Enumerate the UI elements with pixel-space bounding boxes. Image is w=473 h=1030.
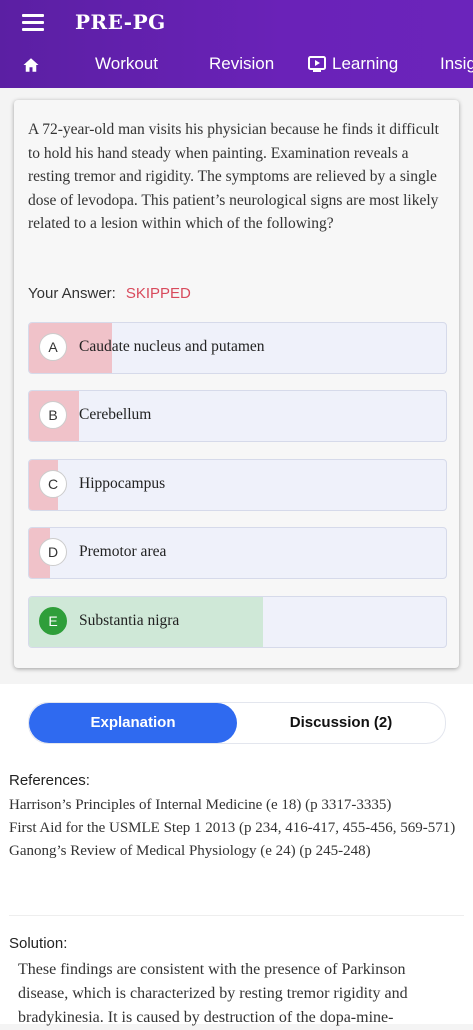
your-answer-value: SKIPPED — [125, 285, 191, 302]
video-icon — [308, 56, 326, 72]
divider — [9, 915, 464, 916]
your-answer: Your Answer: SKIPPED — [28, 285, 191, 302]
app-header: PRE-PG Workout Revision Learning Insig — [0, 0, 473, 88]
option-b-text: Cerebellum — [79, 406, 152, 423]
option-c[interactable]: C Hippocampus — [28, 459, 447, 511]
nav-tabs: Workout Revision Learning Insig — [0, 44, 473, 88]
explanation-panel: Explanation Discussion (2) References: H… — [0, 684, 473, 1026]
your-answer-label: Your Answer: — [28, 285, 116, 302]
option-b[interactable]: B Cerebellum — [28, 390, 447, 442]
solution-title: Solution: — [9, 935, 68, 952]
option-d-text: Premotor area — [79, 543, 167, 560]
explanation-toggle: Explanation Discussion (2) — [28, 702, 446, 744]
option-e-text: Substantia nigra — [79, 612, 180, 629]
option-a-text: Caudate nucleus and putamen — [79, 338, 265, 355]
question-card: A 72-year-old man visits his physician b… — [14, 100, 459, 668]
option-a-letter: A — [39, 333, 67, 361]
references-title: References: — [9, 772, 90, 789]
tab-insights[interactable]: Insig — [440, 54, 473, 74]
option-e[interactable]: E Substantia nigra — [28, 596, 447, 648]
tab-learning[interactable]: Learning — [308, 54, 398, 74]
option-d-letter: D — [39, 538, 67, 566]
home-icon[interactable] — [22, 56, 40, 74]
option-d[interactable]: D Premotor area — [28, 527, 447, 579]
discussion-tab[interactable]: Discussion (2) — [237, 703, 445, 743]
option-c-text: Hippocampus — [79, 475, 166, 492]
reference-item: Ganong’s Review of Medical Physiology (e… — [9, 843, 371, 859]
reference-item: First Aid for the USMLE Step 1 2013 (p 2… — [9, 820, 456, 836]
app-title: PRE-PG — [75, 10, 166, 34]
tab-revision[interactable]: Revision — [209, 54, 274, 74]
references-list: Harrison’s Principles of Internal Medici… — [9, 794, 464, 863]
option-e-letter: E — [39, 607, 67, 635]
option-c-letter: C — [39, 470, 67, 498]
option-b-letter: B — [39, 401, 67, 429]
question-text: A 72-year-old man visits his physician b… — [28, 121, 439, 232]
solution-text: These findings are consistent with the p… — [18, 961, 408, 1026]
tab-learning-label: Learning — [332, 54, 399, 73]
explanation-tab[interactable]: Explanation — [29, 703, 237, 743]
tab-workout[interactable]: Workout — [95, 54, 158, 74]
reference-item: Harrison’s Principles of Internal Medici… — [9, 797, 392, 813]
menu-icon[interactable] — [22, 14, 44, 32]
option-a[interactable]: A Caudate nucleus and putamen — [28, 322, 447, 374]
